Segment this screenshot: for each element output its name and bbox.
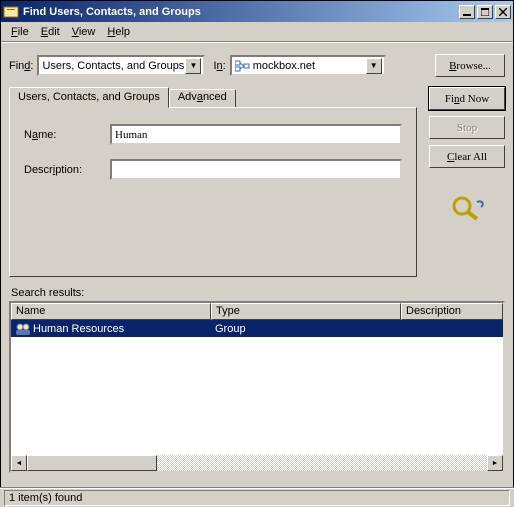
cell-type: Group (211, 323, 401, 335)
window-title: Find Users, Contacts, and Groups (23, 6, 457, 18)
tab-content: Name: Description: (9, 107, 417, 277)
name-input[interactable] (110, 124, 402, 145)
find-now-button[interactable]: Find Now (429, 87, 505, 110)
tab-panel: Users, Contacts, and Groups Advanced Nam… (9, 87, 417, 277)
results-header-row: Name Type Description (11, 303, 503, 320)
menu-view[interactable]: View (66, 24, 102, 40)
menubar: File Edit View Help (1, 22, 513, 42)
menu-help[interactable]: Help (101, 24, 136, 40)
chevron-down-icon: ▼ (185, 58, 201, 74)
tabstrip: Users, Contacts, and Groups Advanced (9, 87, 417, 107)
column-name[interactable]: Name (11, 303, 211, 320)
search-icon (447, 194, 487, 222)
domain-icon (235, 60, 251, 72)
stop-button: Stop (429, 116, 505, 139)
find-label: Find: (9, 60, 33, 72)
browse-button[interactable]: Browse... (435, 54, 505, 77)
column-description[interactable]: Description (401, 303, 503, 320)
column-type[interactable]: Type (211, 303, 401, 320)
clear-all-button[interactable]: Clear All (429, 145, 505, 168)
in-label: In: (213, 60, 225, 72)
scroll-thumb[interactable] (27, 455, 157, 471)
tab-advanced[interactable]: Advanced (169, 89, 236, 107)
chevron-down-icon: ▼ (366, 58, 382, 74)
menu-edit[interactable]: Edit (35, 24, 66, 40)
tab-users-contacts-groups[interactable]: Users, Contacts, and Groups (9, 87, 169, 108)
titlebar: Find Users, Contacts, and Groups (1, 1, 513, 22)
find-select[interactable]: Users, Contacts, and Groups ▼ (37, 55, 205, 76)
statusbar: 1 item(s) found (0, 487, 514, 507)
horizontal-scrollbar[interactable]: ◄ ► (11, 455, 503, 471)
description-input[interactable] (110, 159, 402, 180)
maximize-button[interactable] (477, 5, 493, 19)
find-row: Find: Users, Contacts, and Groups ▼ In: … (9, 54, 505, 77)
results-listview[interactable]: Name Type Description Human Resources Gr… (9, 301, 505, 473)
in-select[interactable]: mockbox.net ▼ (230, 55, 386, 76)
close-button[interactable] (495, 5, 511, 19)
group-icon (15, 322, 31, 336)
search-results-label: Search results: (11, 287, 505, 299)
scroll-left-button[interactable]: ◄ (11, 455, 27, 471)
menu-file[interactable]: File (5, 24, 35, 40)
name-label: Name: (24, 129, 110, 141)
scroll-track[interactable] (27, 455, 487, 471)
cell-name: Human Resources (11, 322, 211, 336)
app-icon (3, 4, 19, 20)
table-row[interactable]: Human Resources Group (11, 320, 503, 337)
scroll-right-button[interactable]: ► (487, 455, 503, 471)
side-buttons: Find Now Stop Clear All (429, 87, 505, 277)
status-text: 1 item(s) found (4, 490, 510, 506)
description-label: Description: (24, 164, 110, 176)
minimize-button[interactable] (459, 5, 475, 19)
